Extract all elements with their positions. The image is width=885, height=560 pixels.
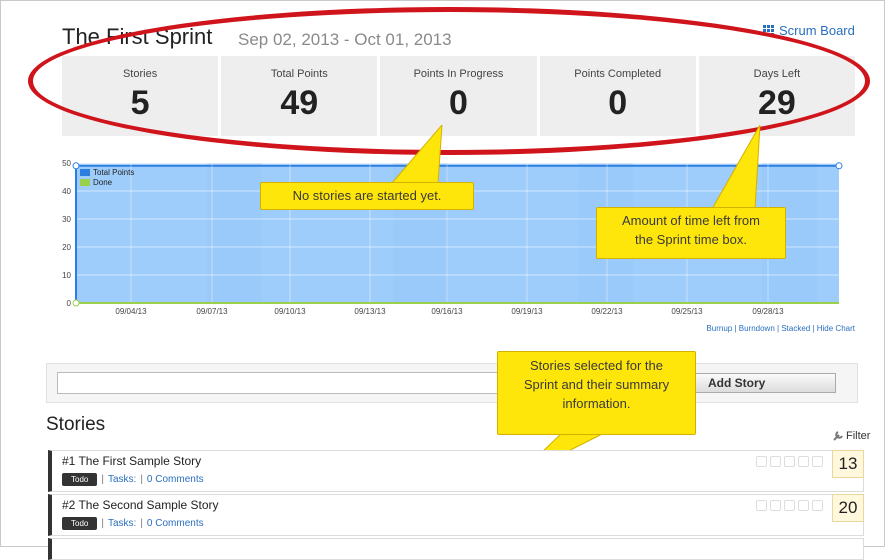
stat-points-in-progress: Points In Progress 0 [380, 56, 537, 136]
stat-points-completed: Points Completed 0 [539, 56, 696, 136]
x-tick-label: 09/22/13 [591, 307, 623, 316]
search-icon[interactable] [756, 456, 767, 467]
callout-line: information. [562, 396, 631, 411]
callout-time-left: Amount of time left from the Sprint time… [596, 207, 786, 259]
legend-item-total: Total Points [80, 168, 134, 178]
grid-icon [763, 25, 775, 36]
y-tick-label: 0 [67, 299, 72, 308]
end-point [835, 162, 843, 170]
x-tick-label: 09/16/13 [431, 307, 463, 316]
story-title[interactable]: #1 The First Sample Story [62, 454, 201, 468]
callout-line: the Sprint time box. [635, 232, 747, 247]
tasks-link[interactable]: Tasks: [108, 474, 136, 485]
chart-links: Burnup | Burndown | Stacked | Hide Chart [706, 324, 855, 333]
story-actions [756, 500, 823, 511]
callout-stories-selected: Stories selected for the Sprint and thei… [497, 351, 696, 435]
edit-icon[interactable] [798, 456, 809, 467]
stories-heading: Stories [46, 414, 106, 435]
done-point [72, 299, 80, 307]
callout-line: Stories selected for the [530, 358, 663, 373]
filter-button[interactable]: Filter [832, 430, 870, 442]
stat-value: 0 [608, 84, 628, 122]
add-story-button[interactable]: Add Story [691, 373, 836, 393]
callout-line: Sprint and their summary [523, 377, 670, 392]
y-tick-label: 30 [62, 215, 71, 224]
stat-stories: Stories 5 [62, 56, 219, 136]
stat-label: Days Left [753, 68, 801, 80]
x-tick-label: 09/04/13 [115, 307, 147, 316]
y-tick-label: 10 [62, 271, 71, 280]
story-points: 20 [832, 494, 864, 522]
separator: | [101, 474, 104, 485]
separator: | [101, 518, 104, 529]
separator: | [140, 518, 143, 529]
pin-icon[interactable] [812, 456, 823, 467]
stat-total-points: Total Points 49 [221, 56, 378, 136]
stat-value: 0 [449, 84, 468, 122]
tag-icon[interactable] [784, 500, 795, 511]
callout-no-stories: No stories are started yet. [260, 182, 474, 210]
stat-value: 49 [280, 84, 319, 122]
callout-tail [711, 125, 761, 210]
edit-icon[interactable] [798, 500, 809, 511]
tasks-link[interactable]: Tasks: [108, 518, 136, 529]
burndown-link[interactable]: Burndown [739, 324, 775, 333]
callout-line: Amount of time left from [622, 213, 760, 228]
add-story-bar: Add Story [46, 363, 858, 403]
start-point [72, 162, 80, 170]
chart-legend: Total Points Done [80, 168, 134, 188]
story-title[interactable]: #2 The Second Sample Story [62, 498, 219, 512]
stat-label: Total Points [270, 68, 328, 80]
sprint-title: The First Sprint [62, 24, 213, 49]
stat-days-left: Days Left 29 [698, 56, 856, 136]
hide-chart-link[interactable]: Hide Chart [817, 324, 855, 333]
wrench-icon [833, 431, 843, 441]
export-icon[interactable] [770, 500, 781, 511]
export-icon[interactable] [770, 456, 781, 467]
story-actions [756, 456, 823, 467]
status-badge: Todo [62, 517, 98, 530]
story-meta: Todo | Tasks: | 0 Comments [62, 517, 204, 530]
x-tick-label: 09/19/13 [511, 307, 543, 316]
burnup-link[interactable]: Burnup [706, 324, 732, 333]
filter-label[interactable]: Filter [846, 430, 870, 442]
y-tick-label: 50 [62, 159, 71, 168]
story-row[interactable]: #1 The First Sample Story Todo | Tasks: … [48, 450, 864, 492]
story-row[interactable]: #2 The Second Sample Story Todo | Tasks:… [48, 494, 864, 536]
x-tick-label: 09/13/13 [354, 307, 386, 316]
search-icon[interactable] [756, 500, 767, 511]
story-meta: Todo | Tasks: | 0 Comments [62, 473, 204, 486]
x-tick-label: 09/28/13 [752, 307, 784, 316]
stat-label: Points Completed [574, 68, 662, 80]
sprint-dates: Sep 02, 2013 - Oct 01, 2013 [238, 30, 452, 49]
callout-tail [390, 125, 443, 184]
stat-value: 29 [758, 84, 796, 122]
stat-label: Points In Progress [413, 68, 504, 80]
legend-item-done: Done [80, 178, 134, 188]
stat-label: Stories [122, 68, 158, 80]
separator: | [140, 474, 143, 485]
x-tick-label: 09/25/13 [671, 307, 703, 316]
stacked-link[interactable]: Stacked [781, 324, 810, 333]
x-tick-label: 09/07/13 [196, 307, 228, 316]
comments-link[interactable]: 0 Comments [147, 518, 204, 529]
y-tick-label: 40 [62, 187, 71, 196]
x-tick-label: 09/10/13 [274, 307, 306, 316]
pin-icon[interactable] [812, 500, 823, 511]
story-points: 13 [832, 450, 864, 478]
status-badge: Todo [62, 473, 98, 486]
tag-icon[interactable] [784, 456, 795, 467]
sprint-stats: Stories 5 Total Points 49 Points In Progre… [62, 56, 856, 136]
y-tick-label: 20 [62, 243, 71, 252]
scrum-board-link[interactable]: Scrum Board [763, 23, 855, 38]
scrum-board-label[interactable]: Scrum Board [779, 23, 855, 38]
stat-value: 5 [130, 84, 150, 122]
story-row-partial[interactable] [48, 538, 864, 560]
comments-link[interactable]: 0 Comments [147, 474, 204, 485]
